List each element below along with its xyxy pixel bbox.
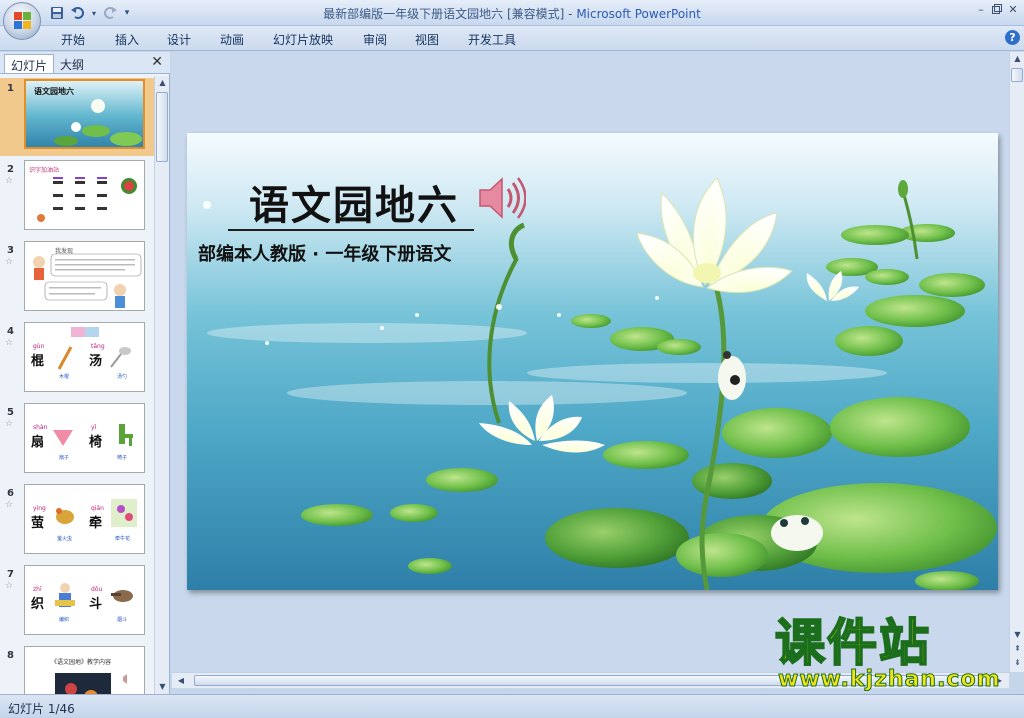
ribbon-tabs: 开始 插入 设计 动画 幻灯片放映 审阅 视图 开发工具 ? [0,26,1024,51]
tab-outline[interactable]: 大纲 [54,54,90,73]
close-icon[interactable]: ✕ [1006,2,1020,16]
office-button-icon [14,12,32,30]
thumbnail-preview: 识字加油站 [24,160,145,230]
thumbnail-preview: 我发现 [24,241,145,311]
scroll-up-icon[interactable]: ▲ [155,76,170,90]
thumbnail-preview: gùn 棍 tāng 汤 木棍 汤勺 [24,322,145,392]
tab-view[interactable]: 视图 [415,31,439,48]
slide-editor: 语文园地六 部编本人教版 · 一年级下册语文 [171,52,1009,672]
animation-star-icon: ☆ [5,419,14,429]
slide-thumbnail[interactable]: 3 ☆ 我发现 [0,240,154,318]
thumbnail-scrollbar[interactable]: ▲ ▼ [154,76,169,694]
slide-thumbnail[interactable]: 1 语文园地六 [0,78,154,156]
tab-design[interactable]: 设计 [167,31,191,48]
app-name: Microsoft PowerPoint [576,7,701,21]
status-bar: 幻灯片 1/46 [0,694,1024,718]
close-icon[interactable]: ✕ [151,54,163,70]
animation-star-icon: ☆ [5,338,14,348]
tab-slides[interactable]: 幻灯片 [4,54,55,73]
tab-animations[interactable]: 动画 [220,31,244,48]
thumbnail-preview: yíng 萤 qiān 牵 萤火虫 牵牛花 [24,484,145,554]
scroll-down-icon[interactable]: ▼ [1010,628,1024,642]
previous-slide-icon[interactable]: ⇞ [1010,642,1024,656]
restore-icon[interactable] [990,2,1004,16]
animation-star-icon: ☆ [5,176,14,186]
slide-subtitle[interactable]: 部编本人教版 · 一年级下册语文 [198,240,451,266]
slide-title[interactable]: 语文园地六 [249,173,459,231]
watermark-logo: 课件站 www.kjzhan.com [770,614,1010,695]
slide-thumbnail[interactable]: 5 ☆ shàn 扇 yǐ 椅 扇子 椅子 [0,402,154,480]
scroll-down-icon[interactable]: ▼ [155,680,170,694]
minimize-icon[interactable]: – [974,2,988,16]
thumbnail-number: 3 [7,245,14,256]
animation-star-icon: ☆ [5,257,14,267]
title-underline [228,229,474,231]
slide-counter: 幻灯片 1/46 [8,702,75,716]
thumbnail-number: 5 [7,407,14,418]
slide-thumbnail[interactable]: 8 《语文园地》教学内容 [0,645,154,694]
slide-thumbnail[interactable]: 2 ☆ 识字加油站 [0,159,154,237]
window-controls: – ✕ [974,2,1020,16]
help-icon[interactable]: ? [1005,30,1020,45]
tab-slideshow[interactable]: 幻灯片放映 [273,31,333,48]
slide-thumbnail[interactable]: 4 ☆ gùn 棍 tāng 汤 木棍 汤勺 [0,321,154,399]
tab-review[interactable]: 审阅 [363,31,387,48]
thumbnail-number: 6 [7,488,14,499]
animation-star-icon: ☆ [5,500,14,510]
thumbnail-number: 2 [7,164,14,175]
tab-developer[interactable]: 开发工具 [468,31,516,48]
slides-panel: 幻灯片 大纲 ✕ 1 语文园地六 2 ☆ 识字加油站 3 ☆ 我发现 4 ☆ g… [0,52,170,694]
slide-vertical-scrollbar[interactable]: ▲ ▼ ⇞ ⇟ [1009,52,1024,672]
thumbnail-preview: 《语文园地》教学内容 [24,646,145,694]
thumbnail-number: 8 [7,650,14,661]
slide-thumbnail-list: 1 语文园地六 2 ☆ 识字加油站 3 ☆ 我发现 4 ☆ gùn 棍 tāng… [0,76,154,694]
thumbnail-number: 4 [7,326,14,337]
watermark-url: www.kjzhan.com [778,667,1001,693]
panel-tabs: 幻灯片 大纲 ✕ [0,52,170,74]
speaker-icon[interactable] [476,175,527,221]
watermark-name: 课件站 [774,614,931,672]
thumbnail-number: 1 [7,83,14,94]
scrollbar-thumb[interactable] [156,92,168,162]
tab-insert[interactable]: 插入 [115,31,139,48]
scrollbar-thumb[interactable] [1011,68,1023,82]
thumbnail-preview: zhī 织 dǒu 斗 编织 烟斗 [24,565,145,635]
tab-home[interactable]: 开始 [61,31,85,48]
thumbnail-preview: 语文园地六 [24,79,145,149]
slide-thumbnail[interactable]: 6 ☆ yíng 萤 qiān 牵 萤火虫 牵牛花 [0,483,154,561]
title-separator: - [564,7,577,21]
slide-thumbnail[interactable]: 7 ☆ zhī 织 dǒu 斗 编织 烟斗 [0,564,154,642]
document-title: 最新部编版一年级下册语文园地六 [兼容模式] [323,7,565,21]
animation-star-icon: ☆ [5,581,14,591]
window-title: 最新部编版一年级下册语文园地六 [兼容模式] - Microsoft Power… [0,5,1024,22]
thumbnail-number: 7 [7,569,14,580]
scroll-left-icon[interactable]: ◀ [174,674,188,688]
title-bar: ▾ ▾ 最新部编版一年级下册语文园地六 [兼容模式] - Microsoft P… [0,0,1024,26]
scroll-up-icon[interactable]: ▲ [1010,52,1024,66]
thumbnail-title: 语文园地六 [34,87,74,96]
slide-canvas[interactable]: 语文园地六 部编本人教版 · 一年级下册语文 [187,133,998,590]
office-button[interactable] [3,2,41,40]
next-slide-icon[interactable]: ⇟ [1010,656,1024,670]
thumbnail-preview: shàn 扇 yǐ 椅 扇子 椅子 [24,403,145,473]
